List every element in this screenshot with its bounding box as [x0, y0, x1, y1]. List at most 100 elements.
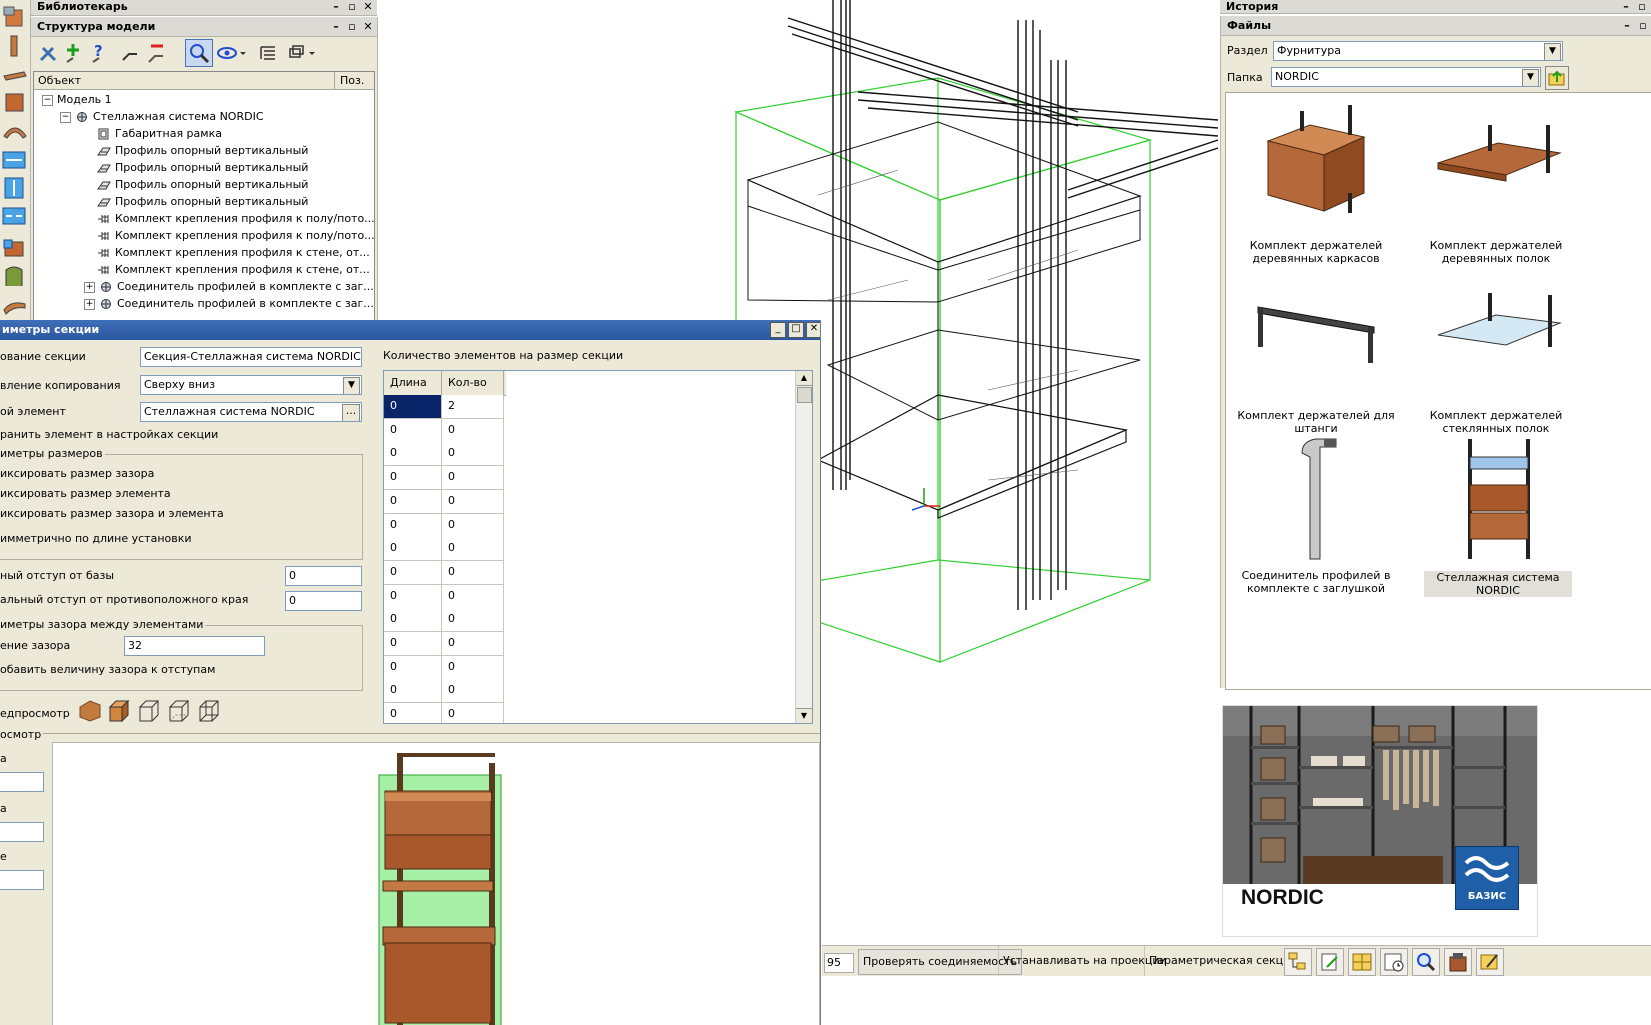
scroll-up-icon[interactable]: ▲	[796, 371, 812, 386]
header-qty[interactable]: Кол-во	[442, 371, 504, 395]
length-cell[interactable]: 0	[384, 442, 442, 467]
qty-cell[interactable]: 0	[442, 466, 504, 491]
length-cell[interactable]: 0	[384, 679, 442, 704]
chevron-down-icon[interactable]: ▼	[343, 377, 360, 394]
help-icon[interactable]: ?	[87, 40, 115, 68]
remove-icon[interactable]	[143, 40, 171, 68]
save-element-checkbox-label[interactable]: ранить элемент в настройках секции	[0, 428, 218, 442]
tree-item[interactable]: Профиль опорный вертикальный	[84, 159, 308, 177]
vertical-panel-icon[interactable]	[1, 32, 29, 60]
zoom-icon[interactable]	[1412, 948, 1440, 976]
notes-icon[interactable]	[1476, 948, 1504, 976]
box-panel-icon[interactable]	[1, 88, 29, 116]
dimension-icon[interactable]	[1, 146, 29, 174]
tree-item[interactable]: Комплект крепления профиля к полу/пото..…	[84, 227, 374, 245]
tree-item[interactable]: Комплект крепления профиля к стене, от..…	[84, 244, 370, 262]
qty-cell[interactable]: 0	[442, 655, 504, 680]
minimize-icon[interactable]: –	[331, 17, 341, 36]
file-item-wood-shelf-holders[interactable]: Комплект держателей деревянных полок	[1406, 93, 1586, 273]
tools-icon[interactable]	[35, 40, 63, 68]
find-icon[interactable]	[185, 39, 213, 67]
length-cell[interactable]: 0	[384, 655, 442, 680]
qty-cell[interactable]: 0	[442, 442, 504, 467]
maximize-button[interactable]: □	[788, 322, 804, 338]
offset-opposite-field[interactable]: 0	[285, 591, 362, 611]
length-cell[interactable]: 0	[384, 560, 442, 585]
browse-element-button[interactable]: ...	[342, 404, 360, 421]
full-wireframe-view-icon[interactable]	[198, 699, 222, 726]
door-icon[interactable]	[1, 262, 29, 290]
list-icon[interactable]	[255, 40, 283, 68]
material-icon[interactable]	[1444, 948, 1472, 976]
tree-item[interactable]: Профиль опорный вертикальный	[84, 176, 308, 194]
offset-base-field[interactable]: 0	[285, 566, 362, 586]
qty-cell[interactable]: 2	[442, 395, 504, 419]
restore-icon[interactable]: ▫	[347, 17, 357, 36]
qty-cell[interactable]: 0	[442, 513, 504, 538]
length-cell[interactable]: 0	[384, 608, 442, 633]
profile-icon[interactable]	[1, 290, 29, 318]
file-item-profile-connector[interactable]: Соединитель профилей в комплекте с заглу…	[1226, 433, 1406, 603]
column-object[interactable]: Объект	[38, 74, 81, 87]
tree-item[interactable]: − Модель 1	[42, 91, 112, 109]
fix-element-radio[interactable]: иксировать размер элемента	[0, 487, 171, 501]
wireframe-view-icon[interactable]	[138, 699, 162, 726]
expander-icon[interactable]: +	[84, 298, 95, 310]
add-icon[interactable]	[61, 40, 89, 68]
length-cell[interactable]: 0	[384, 537, 442, 562]
symmetric-checkbox[interactable]: имметрично по длине установки	[0, 532, 192, 546]
length-cell[interactable]: 0	[384, 703, 442, 723]
qty-cell[interactable]: 0	[442, 537, 504, 562]
fix-both-radio[interactable]: иксировать размер зазора и элемента	[0, 507, 224, 521]
scroll-down-icon[interactable]: ▼	[796, 708, 812, 723]
close-icon[interactable]: ✕	[363, 0, 373, 15]
gap-value-field[interactable]: 32	[124, 636, 265, 656]
qty-cell[interactable]: 0	[442, 584, 504, 609]
header-length[interactable]: Длина	[384, 371, 442, 395]
file-item-nordic-system[interactable]: Стеллажная система NORDIC	[1406, 433, 1586, 603]
length-cell[interactable]: 0	[384, 584, 442, 609]
tree-item[interactable]: − Стеллажная система NORDIC	[60, 108, 264, 126]
textured-view-icon[interactable]	[78, 699, 102, 726]
minimize-icon[interactable]: –	[1621, 0, 1631, 13]
horizontal-panel-icon[interactable]	[1, 60, 29, 88]
eye-icon[interactable]	[215, 40, 249, 68]
qty-cell[interactable]: 0	[442, 560, 504, 585]
length-cell[interactable]: 0	[384, 466, 442, 491]
fix-gap-radio[interactable]: иксировать размер зазора	[0, 467, 154, 481]
scroll-thumb[interactable]	[797, 387, 812, 403]
section-select[interactable]: Фурнитура ▼	[1273, 41, 1563, 61]
section-preview-canvas[interactable]	[52, 742, 820, 1025]
layers-icon[interactable]	[285, 40, 319, 68]
side-field-3[interactable]	[0, 870, 44, 890]
qty-cell[interactable]: 0	[442, 632, 504, 656]
chevron-down-icon[interactable]: ▼	[1522, 69, 1539, 86]
restore-icon[interactable]: ▫	[1637, 0, 1647, 13]
grid-icon[interactable]	[1348, 948, 1376, 976]
table-vertical-scrollbar[interactable]: ▲ ▼	[795, 371, 812, 723]
tree-item[interactable]: Профиль опорный вертикальный	[84, 142, 308, 160]
drawer-icon[interactable]	[1, 234, 29, 262]
close-icon[interactable]: ✕	[363, 17, 373, 36]
restore-icon[interactable]: ▫	[347, 0, 357, 15]
length-cell[interactable]: 0	[384, 489, 442, 514]
qty-cell[interactable]: 0	[442, 418, 504, 443]
column-pos[interactable]: Поз.	[340, 74, 364, 87]
file-item-wood-frame-holders[interactable]: Комплект держателей деревянных каркасов	[1226, 93, 1406, 273]
tree-item[interactable]: Комплект крепления профиля к полу/пото..…	[84, 210, 374, 228]
parametric-section-toggle[interactable]: Параметрическая секция	[1144, 946, 1301, 976]
folder-select[interactable]: NORDIC ▼	[1271, 67, 1541, 87]
close-button[interactable]: ✕	[806, 322, 820, 338]
horizontal-dimension-icon[interactable]	[1, 202, 29, 230]
element-field[interactable]: Стеллажная система NORDIC ...	[140, 402, 362, 422]
minimize-button[interactable]: _	[770, 322, 786, 338]
side-field-1[interactable]	[0, 772, 44, 792]
restore-icon[interactable]: ▫	[1638, 16, 1648, 35]
add-gap-checkbox[interactable]: обавить величину зазора к отступам	[0, 663, 215, 677]
section-name-field[interactable]: Секция-Стеллажная система NORDIC	[140, 347, 362, 367]
hidden-lines-view-icon[interactable]	[168, 699, 192, 726]
tree-item[interactable]: + Соединитель профилей в комплекте с заг.…	[84, 295, 374, 313]
chevron-down-icon[interactable]: ▼	[1544, 43, 1561, 60]
file-item-glass-shelf-holders[interactable]: Комплект держателей стеклянных полок	[1406, 273, 1586, 443]
expander-icon[interactable]: +	[84, 281, 95, 293]
